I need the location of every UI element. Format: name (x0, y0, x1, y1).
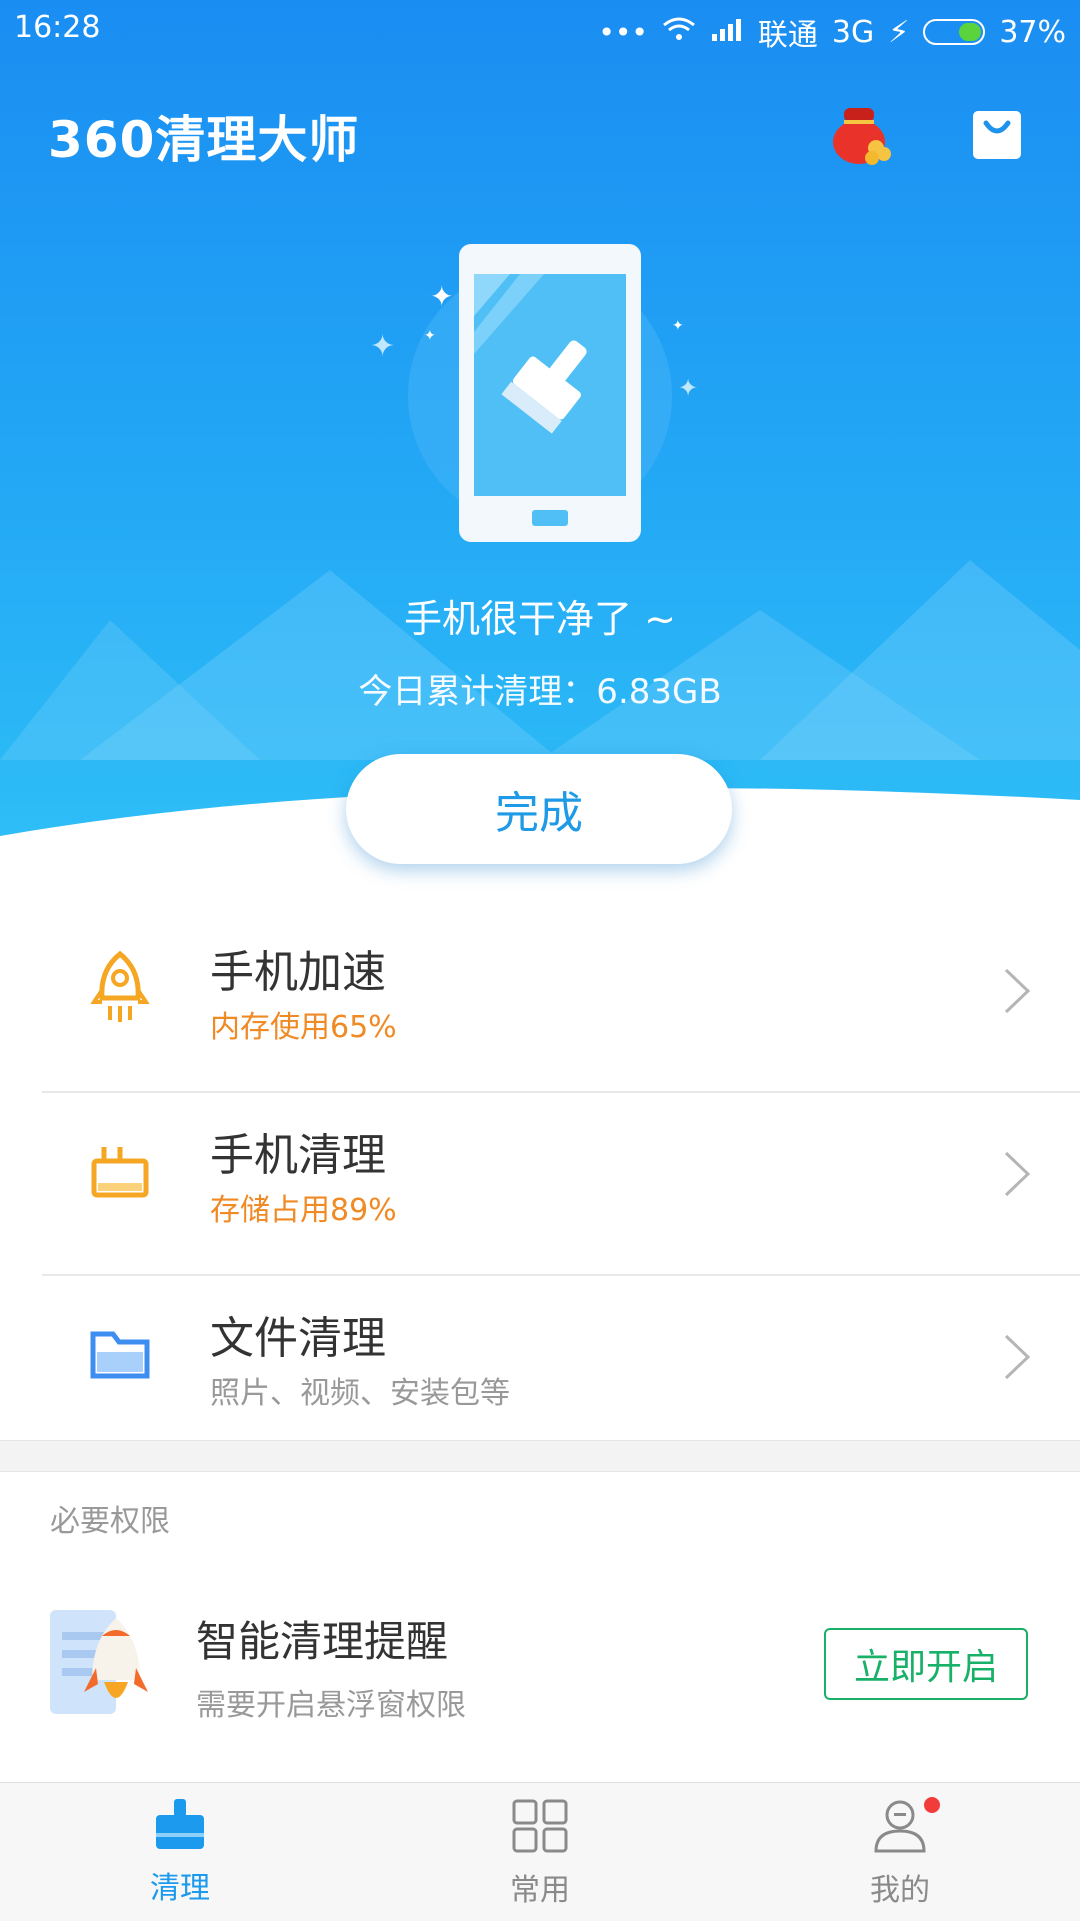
rocket-phone-icon (48, 1606, 158, 1722)
feature-subtitle: 照片、视频、安装包等 (210, 1376, 510, 1411)
status-time: 16:28 (14, 10, 101, 45)
svg-text:✦: ✦ (678, 374, 698, 402)
enable-now-button[interactable]: 立即开启 (824, 1628, 1028, 1700)
status-bar: 16:28 ••• 联通 3G ⚡ 37% (0, 0, 1080, 56)
feature-subtitle: 存储占用89% (210, 1193, 397, 1228)
cleaned-total-text: 今日累计清理：6.83GB (358, 672, 722, 712)
battery-icon (923, 19, 986, 45)
permissions-heading: 必要权限 (50, 1504, 170, 1539)
done-button[interactable]: 完成 (346, 754, 732, 864)
feature-title: 文件清理 (210, 1313, 386, 1364)
folder-icon (82, 1316, 158, 1392)
tab-label: 我的 (870, 1873, 930, 1908)
tab-mine[interactable]: 我的 (800, 1797, 1000, 1909)
shopping-bag-button[interactable] (962, 98, 1032, 168)
charging-icon: ⚡ (888, 14, 910, 50)
notification-badge (924, 1797, 940, 1813)
broom-icon (82, 1133, 158, 1209)
svg-text:✦: ✦ (424, 328, 436, 344)
feature-row-file-clean[interactable]: 文件清理 照片、视频、安装包等 (0, 1276, 1080, 1459)
feature-title: 手机加速 (210, 947, 386, 998)
tab-label: 常用 (510, 1873, 570, 1908)
more-dots-icon: ••• (598, 15, 648, 49)
feature-title: 手机清理 (210, 1130, 386, 1181)
section-divider (0, 1440, 1080, 1472)
broom-tab-icon (156, 1799, 204, 1849)
shopping-bag-icon (973, 111, 1021, 159)
carrier-label: 联通 (757, 18, 818, 53)
wifi-icon (662, 15, 696, 50)
user-icon (874, 1800, 926, 1853)
feature-list: 手机加速 内存使用65% 手机清理 存储占用89% 文件清理 照片、视频、安装包… (0, 910, 1080, 1459)
feature-row-speedup[interactable]: 手机加速 内存使用65% (0, 910, 1080, 1093)
clean-phone-illustration: ✦ ✦ ✦ ✦ ✦ (370, 244, 698, 542)
grid-icon (512, 1799, 568, 1853)
svg-text:✦: ✦ (430, 280, 453, 313)
permission-title: 智能清理提醒 (196, 1617, 449, 1666)
red-envelope-button[interactable] (826, 98, 896, 168)
svg-text:✦: ✦ (672, 318, 684, 334)
network-type: 3G (831, 14, 875, 50)
permission-subtitle: 需要开启悬浮窗权限 (196, 1688, 466, 1723)
hero-banner: 16:28 ••• 联通 3G ⚡ 37% 360清理大师 ✦ ✦ ✦ ✦ ✦ … (0, 0, 1080, 880)
tab-clean[interactable]: 清理 (80, 1797, 280, 1907)
chevron-right-icon (1002, 966, 1032, 1020)
tab-label: 清理 (150, 1871, 210, 1906)
red-envelope-icon (833, 108, 891, 165)
feature-row-phone-clean[interactable]: 手机清理 存储占用89% (0, 1093, 1080, 1276)
rocket-icon (82, 950, 158, 1026)
feature-subtitle: 内存使用65% (210, 1010, 397, 1045)
tab-common[interactable]: 常用 (440, 1797, 640, 1909)
svg-text:✦: ✦ (370, 329, 395, 364)
battery-percent: 37% (999, 14, 1066, 50)
signal-icon (710, 15, 744, 50)
bottom-tab-bar: 清理 常用 我的 (0, 1782, 1080, 1921)
clean-status-text: 手机很干净了 ~ (404, 597, 676, 641)
chevron-right-icon (1002, 1332, 1032, 1386)
chevron-right-icon (1002, 1149, 1032, 1203)
app-logo: 360清理大师 (48, 111, 360, 169)
